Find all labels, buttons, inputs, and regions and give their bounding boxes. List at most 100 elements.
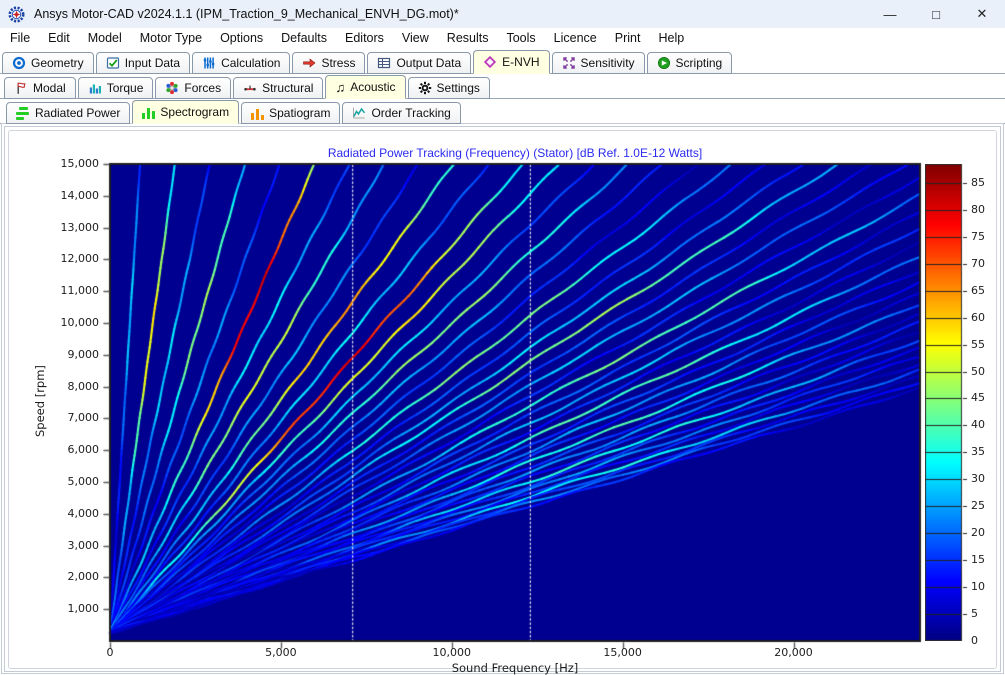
tab-label: Calculation	[221, 56, 280, 70]
tab-label: Output Data	[396, 56, 461, 70]
colorbar-tick-label: 20	[971, 526, 1001, 540]
menu-print[interactable]: Print	[606, 30, 650, 47]
spectrogram-plot[interactable]	[103, 159, 925, 652]
menu-bar: File Edit Model Motor Type Options Defau…	[0, 28, 1005, 49]
tab-label: Forces	[184, 81, 221, 95]
tab-sensitivity[interactable]: Sensitivity	[552, 52, 645, 74]
tab-calculation[interactable]: Calculation	[192, 52, 290, 74]
colorbar-tick-label: 75	[971, 230, 1001, 244]
x-axis-label: Sound Frequency [Hz]	[110, 661, 920, 675]
tab-label: Torque	[107, 81, 144, 95]
y-tick-label: 1,000	[43, 602, 99, 616]
colorbar-tick-label: 85	[971, 176, 1001, 190]
y-tick-label: 7,000	[43, 411, 99, 425]
sensitivity-icon	[562, 56, 576, 70]
menu-tools[interactable]: Tools	[497, 30, 544, 47]
minimize-button[interactable]: —	[867, 0, 913, 28]
tab-structural[interactable]: Structural	[233, 77, 323, 99]
torque-icon	[88, 81, 102, 95]
tab-label: Input Data	[125, 56, 180, 70]
menu-view[interactable]: View	[393, 30, 438, 47]
colorbar-tick-label: 35	[971, 445, 1001, 459]
tab-label: Spatiogram	[269, 106, 330, 120]
tab-modal[interactable]: Modal	[4, 77, 76, 99]
output-data-icon	[377, 56, 391, 70]
acoustic-tab-bar: Radiated Power Spectrogram Spatiogram Or…	[0, 99, 1005, 124]
x-tick-label: 20,000	[762, 646, 826, 660]
colorbar-tick-label: 55	[971, 338, 1001, 352]
tab-forces[interactable]: Forces	[155, 77, 231, 99]
envh-tab-bar: Modal Torque Forces Structural ♫ Acousti…	[0, 74, 1005, 99]
menu-help[interactable]: Help	[649, 30, 693, 47]
colorbar-tick-label: 70	[971, 257, 1001, 271]
tab-e-nvh[interactable]: E-NVH	[473, 50, 549, 74]
tab-radiated-power[interactable]: Radiated Power	[6, 102, 130, 124]
geometry-icon	[12, 56, 26, 70]
colorbar-tick-label: 50	[971, 365, 1001, 379]
tab-label: Stress	[321, 56, 355, 70]
window-title: Ansys Motor-CAD v2024.1.1 (IPM_Traction_…	[34, 7, 459, 21]
tab-torque[interactable]: Torque	[78, 77, 154, 99]
menu-licence[interactable]: Licence	[545, 30, 606, 47]
y-tick-label: 10,000	[43, 316, 99, 330]
colorbar-tick-label: 25	[971, 499, 1001, 513]
menu-options[interactable]: Options	[211, 30, 272, 47]
colorbar	[925, 164, 969, 641]
y-tick-label: 12,000	[43, 252, 99, 266]
scripting-icon	[657, 56, 671, 70]
colorbar-tick-label: 30	[971, 472, 1001, 486]
tab-input-data[interactable]: Input Data	[96, 52, 190, 74]
y-tick-label: 9,000	[43, 348, 99, 362]
tab-label: Scripting	[676, 56, 723, 70]
menu-file[interactable]: File	[1, 30, 39, 47]
chart-title: Radiated Power Tracking (Frequency) (Sta…	[110, 146, 920, 160]
settings-icon	[418, 81, 432, 95]
tab-label: Spectrogram	[160, 105, 229, 119]
y-tick-label: 11,000	[43, 284, 99, 298]
menu-edit[interactable]: Edit	[39, 30, 79, 47]
y-tick-label: 6,000	[43, 443, 99, 457]
tab-label: Geometry	[31, 56, 84, 70]
tab-spectrogram[interactable]: Spectrogram	[132, 100, 239, 124]
menu-defaults[interactable]: Defaults	[272, 30, 336, 47]
tab-acoustic[interactable]: ♫ Acoustic	[325, 75, 405, 99]
y-tick-label: 5,000	[43, 475, 99, 489]
tab-label: Acoustic	[350, 80, 395, 94]
tab-label: Order Tracking	[371, 106, 450, 120]
close-button[interactable]: ✕	[959, 0, 1005, 28]
maximize-button[interactable]: □	[913, 0, 959, 28]
y-tick-label: 14,000	[43, 189, 99, 203]
tab-geometry[interactable]: Geometry	[2, 52, 94, 74]
tab-label: Radiated Power	[35, 106, 120, 120]
y-tick-label: 4,000	[43, 507, 99, 521]
x-tick-label: 10,000	[420, 646, 484, 660]
structural-icon	[243, 81, 257, 95]
menu-results[interactable]: Results	[438, 30, 498, 47]
radiated-power-icon	[16, 107, 30, 120]
acoustic-icon: ♫	[335, 81, 345, 94]
tab-scripting[interactable]: Scripting	[647, 52, 733, 74]
colorbar-tick-label: 65	[971, 284, 1001, 298]
x-tick-label: 15,000	[591, 646, 655, 660]
tab-label: Structural	[262, 81, 313, 95]
menu-motor-type[interactable]: Motor Type	[131, 30, 211, 47]
y-tick-label: 2,000	[43, 570, 99, 584]
menu-model[interactable]: Model	[79, 30, 131, 47]
y-tick-label: 3,000	[43, 539, 99, 553]
tab-label: Settings	[437, 81, 480, 95]
colorbar-tick-label: 15	[971, 553, 1001, 567]
tab-settings[interactable]: Settings	[408, 77, 490, 99]
tab-spatiogram[interactable]: Spatiogram	[241, 102, 340, 124]
tab-stress[interactable]: Stress	[292, 52, 365, 74]
y-tick-label: 13,000	[43, 221, 99, 235]
tab-output-data[interactable]: Output Data	[367, 52, 471, 74]
order-tracking-icon	[352, 106, 366, 120]
colorbar-tick-label: 45	[971, 391, 1001, 405]
y-tick-label: 15,000	[43, 157, 99, 171]
colorbar-tick-label: 40	[971, 418, 1001, 432]
tab-order-tracking[interactable]: Order Tracking	[342, 102, 460, 124]
main-tab-bar: Geometry Input Data Calculation Stress	[0, 49, 1005, 74]
menu-editors[interactable]: Editors	[336, 30, 393, 47]
tab-label: Sensitivity	[581, 56, 635, 70]
app-icon	[8, 6, 25, 23]
